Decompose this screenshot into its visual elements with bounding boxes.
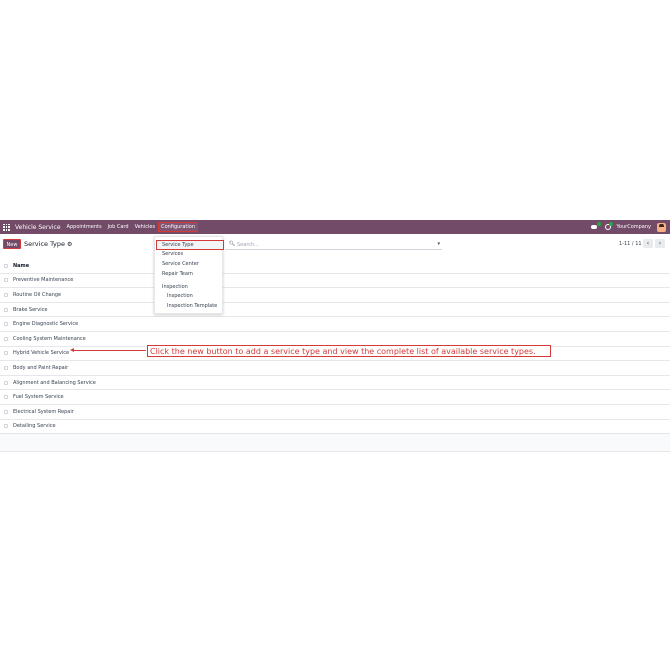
row-checkbox[interactable]	[4, 336, 8, 341]
row-name: Preventive Maintenance	[13, 277, 74, 284]
row-checkbox[interactable]	[4, 424, 8, 429]
table-row[interactable]: Fuel System Service	[0, 390, 670, 405]
user-avatar[interactable]	[657, 222, 666, 232]
menu-item-repair-team[interactable]: Repair Team	[162, 271, 193, 277]
row-checkbox[interactable]	[4, 278, 8, 283]
chat-badge	[596, 222, 601, 226]
pager-value[interactable]: 1-11 / 11	[619, 241, 642, 247]
apps-grid-icon[interactable]	[3, 223, 10, 231]
annotation-callout: Click the new button to add a service ty…	[147, 345, 551, 357]
table-row[interactable]: Engine Diagnostic Service	[0, 317, 670, 332]
column-name-header[interactable]: Name	[13, 263, 29, 269]
table-row[interactable]: Body and Paint Repair	[0, 361, 670, 376]
row-name: Routine Oil Change	[13, 291, 62, 298]
activity-clock-icon[interactable]	[604, 222, 613, 230]
activity-badge	[608, 222, 613, 226]
table-row[interactable]: Detailing Service	[0, 420, 670, 435]
search-input[interactable]: Search...	[237, 242, 259, 248]
table-row[interactable]: Routine Oil Change	[0, 288, 670, 303]
search-bar[interactable]: 🔍︎ Search... ▾	[225, 240, 442, 250]
control-panel: New Service Type ⚙ 🔍︎ Search... ▾ 1-11 / …	[0, 235, 670, 255]
list-footer	[0, 434, 670, 453]
menu-vehicles[interactable]: Vehicles	[135, 224, 156, 230]
row-checkbox[interactable]	[4, 292, 8, 297]
menu-item-service-center[interactable]: Service Center	[162, 261, 199, 267]
row-checkbox[interactable]	[4, 365, 8, 370]
menu-item-service-type[interactable]: Service Type	[156, 240, 224, 250]
chat-icon[interactable]	[590, 222, 601, 230]
row-checkbox[interactable]	[4, 307, 8, 312]
top-navbar: Vehicle Service Appointments Job Card Ve…	[0, 220, 670, 234]
row-checkbox[interactable]	[4, 380, 8, 385]
row-name: Fuel System Service	[13, 394, 64, 401]
row-name: Brake Service	[13, 306, 48, 313]
menu-configuration[interactable]: Configuration	[158, 222, 198, 232]
row-name: Detailing Service	[13, 423, 56, 430]
row-name: Body and Paint Repair	[13, 364, 69, 371]
menu-job-card[interactable]: Job Card	[108, 224, 129, 230]
annotation-arrow-icon	[70, 348, 146, 352]
new-button[interactable]: New	[3, 239, 21, 249]
app-brand[interactable]: Vehicle Service	[15, 224, 61, 231]
row-name: Electrical System Repair	[13, 408, 74, 415]
pager-previous-button[interactable]: ‹	[643, 239, 653, 248]
gear-icon[interactable]: ⚙	[67, 241, 72, 248]
row-checkbox[interactable]	[4, 395, 8, 400]
configuration-dropdown: Service Type Services Service Center Rep…	[154, 236, 224, 314]
row-name: Alignment and Balancing Service	[13, 379, 96, 386]
table-row[interactable]: Brake Service	[0, 303, 670, 318]
menu-appointments[interactable]: Appointments	[67, 224, 102, 230]
row-name: Hybrid Vehicle Service	[13, 350, 70, 357]
row-name: Engine Diagnostic Service	[13, 321, 79, 328]
chevron-down-icon[interactable]: ▾	[437, 241, 440, 247]
list-header: Name	[0, 259, 670, 274]
row-name: Cooling System Maintenance	[13, 335, 86, 342]
search-icon: 🔍︎	[229, 241, 236, 247]
row-checkbox[interactable]	[4, 409, 8, 414]
pager-next-button[interactable]: ›	[655, 239, 665, 248]
select-all-checkbox[interactable]	[4, 263, 8, 268]
row-checkbox[interactable]	[4, 351, 8, 356]
row-checkbox[interactable]	[4, 322, 8, 327]
company-switcher[interactable]: YourCompany	[617, 224, 651, 230]
page-title: Service Type	[24, 240, 66, 248]
menu-section-inspection: Inspection	[162, 284, 188, 290]
menu-item-inspection[interactable]: Inspection	[167, 293, 193, 299]
menu-item-inspection-template[interactable]: Inspection Template	[167, 303, 217, 309]
menu-item-services[interactable]: Services	[162, 251, 183, 257]
table-row[interactable]: Electrical System Repair	[0, 405, 670, 420]
breadcrumb: Service Type ⚙	[24, 240, 72, 248]
table-row[interactable]: Preventive Maintenance	[0, 274, 670, 289]
table-row[interactable]: Alignment and Balancing Service	[0, 376, 670, 391]
